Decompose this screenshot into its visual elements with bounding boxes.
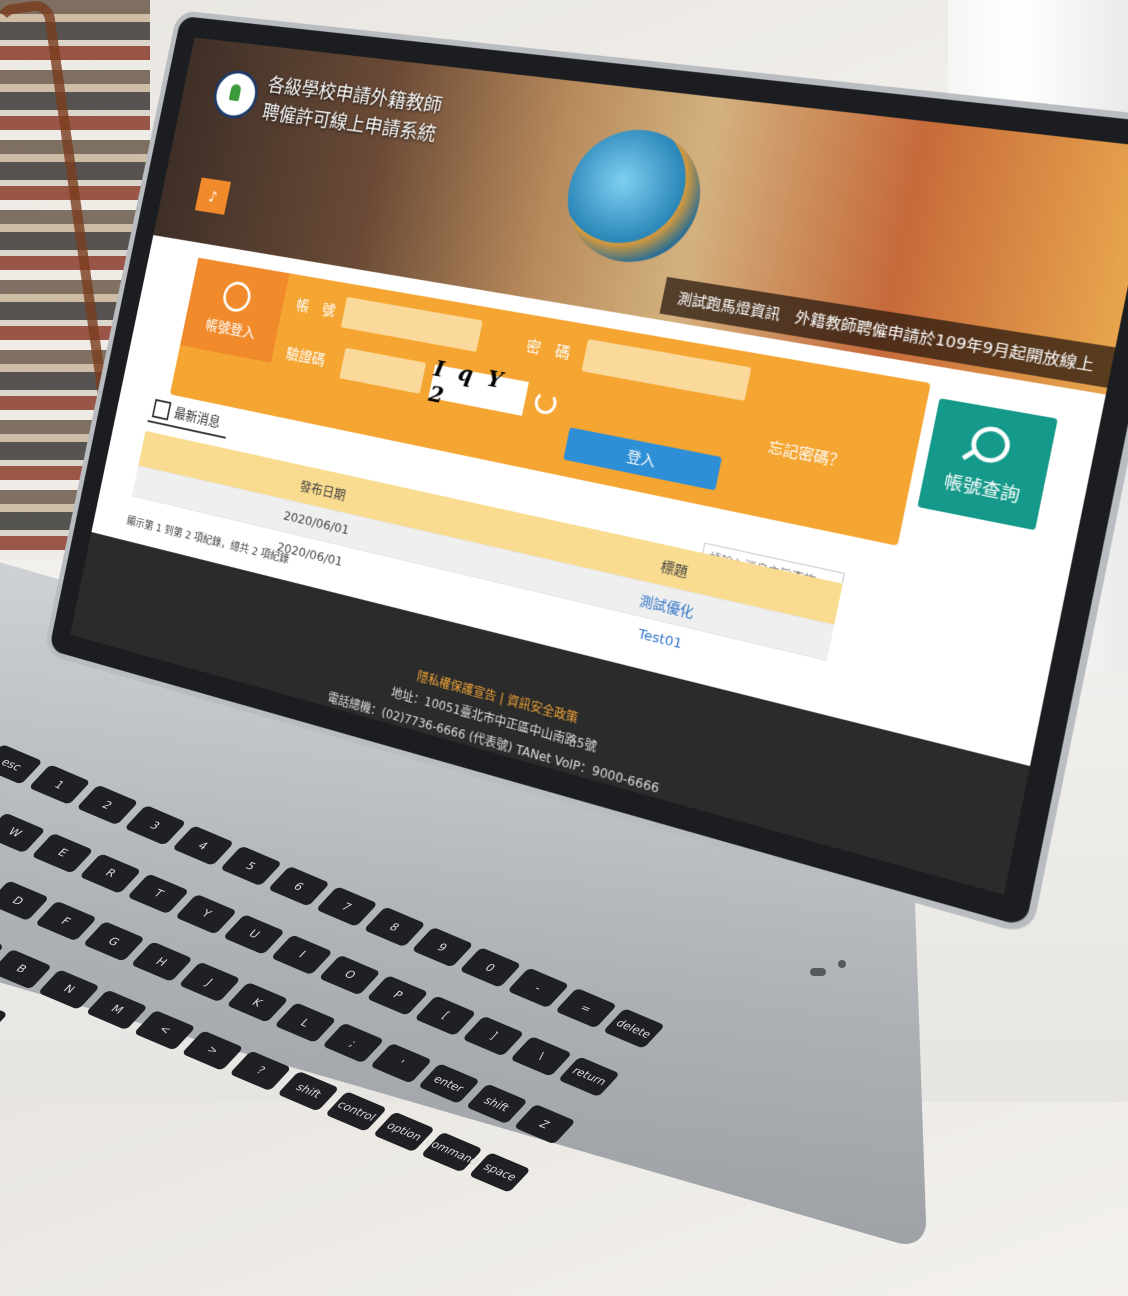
password-input[interactable] bbox=[581, 339, 752, 401]
keyboard-key: 7 bbox=[315, 886, 378, 927]
keyboard-key: M bbox=[85, 989, 149, 1030]
keyboard-key: control bbox=[325, 1091, 388, 1132]
keyboard-key: 9 bbox=[411, 926, 474, 968]
keyboard-key: Y bbox=[175, 893, 238, 935]
keyboard-key: ' bbox=[369, 1043, 433, 1084]
keyboard-key: P bbox=[366, 974, 429, 1016]
keyboard-key: 5 bbox=[219, 845, 283, 887]
keyboard-key: space bbox=[468, 1151, 531, 1193]
site-title: 各級學校申請外籍教師 聘僱許可線上申請系統 bbox=[260, 71, 445, 149]
ministry-logo bbox=[209, 68, 263, 121]
keyboard-key: enter bbox=[417, 1063, 480, 1104]
captcha-input[interactable] bbox=[339, 347, 427, 394]
keyboard-key: R bbox=[79, 852, 142, 894]
keyboard-key: option bbox=[372, 1111, 436, 1152]
login-tile: 帳號登入 bbox=[180, 257, 290, 363]
login-tile-label: 帳號登入 bbox=[203, 315, 257, 342]
keyboard-key: H bbox=[130, 941, 193, 983]
keyboard-key: shift bbox=[465, 1083, 528, 1125]
keyboard-key: = bbox=[554, 987, 618, 1029]
keyboard-key: - bbox=[507, 967, 570, 1009]
keyboard-key: return bbox=[558, 1056, 621, 1097]
keyboard-key: F bbox=[34, 900, 98, 942]
keyboard-key: 4 bbox=[172, 825, 235, 866]
screen-bezel: 各級學校申請外籍教師 聘僱許可線上申請系統 ♪ 測試跑馬燈資訊 外籍教師聘僱申請… bbox=[43, 10, 1128, 937]
keyboard-key: E bbox=[31, 832, 94, 874]
keyboard-key: ? bbox=[229, 1050, 292, 1091]
keyboard-key: [ bbox=[414, 995, 477, 1036]
keyboard-key: delete bbox=[602, 1008, 666, 1049]
captcha-label: 驗證碼 bbox=[284, 344, 327, 370]
keyboard-key: O bbox=[318, 954, 382, 996]
news-icon bbox=[151, 398, 172, 421]
account-query-label: 帳號查詢 bbox=[942, 470, 1022, 506]
login-button[interactable]: 登入 bbox=[563, 427, 723, 491]
refresh-captcha-icon[interactable] bbox=[532, 389, 559, 416]
forgot-password-link[interactable]: 忘記密碼？ bbox=[766, 436, 847, 472]
keyboard-key: ] bbox=[462, 1015, 525, 1057]
keyboard-key: ; bbox=[321, 1022, 385, 1064]
keyboard-key: 8 bbox=[363, 906, 426, 948]
keyboard-key: \ bbox=[510, 1035, 573, 1077]
password-label: 密 碼 bbox=[524, 336, 572, 363]
user-icon bbox=[220, 279, 254, 314]
captcha-image: I q Y 2 bbox=[427, 356, 529, 416]
news-title-link[interactable]: Test01 bbox=[637, 626, 684, 652]
account-input[interactable] bbox=[340, 296, 483, 352]
keyboard-key: → bbox=[0, 996, 8, 1038]
keyboard-key: L bbox=[274, 1002, 337, 1043]
keyboard-key: G bbox=[82, 921, 145, 962]
keyboard-key: shift bbox=[277, 1070, 340, 1112]
web-page: 各級學校申請外籍教師 聘僱許可線上申請系統 ♪ 測試跑馬燈資訊 外籍教師聘僱申請… bbox=[69, 37, 1128, 895]
keyboard-key: 6 bbox=[267, 865, 331, 907]
keyboard-key: > bbox=[181, 1030, 244, 1071]
keyboard-key: < bbox=[133, 1009, 196, 1051]
keyboard-key: 0 bbox=[459, 947, 522, 988]
keyboard-key: J bbox=[178, 961, 241, 1003]
search-icon bbox=[968, 423, 1014, 466]
keyboard-key: N bbox=[37, 969, 101, 1010]
keyboard-key: U bbox=[223, 913, 286, 955]
bell-icon[interactable]: ♪ bbox=[194, 177, 231, 215]
keyboard-key: Z bbox=[513, 1104, 576, 1145]
globe-image bbox=[555, 122, 713, 272]
keyboard-key: B bbox=[0, 948, 53, 990]
keyboard-key: K bbox=[226, 982, 289, 1023]
account-query-tile[interactable]: 帳號查詢 bbox=[917, 398, 1058, 531]
keyboard-key: command bbox=[420, 1131, 484, 1173]
tab-latest-news-label: 最新消息 bbox=[172, 406, 222, 431]
news-title-link[interactable]: 測試優化 bbox=[638, 593, 695, 621]
keyboard-key: I bbox=[270, 934, 334, 975]
account-label: 帳 號 bbox=[294, 296, 337, 320]
keyboard-key: T bbox=[127, 873, 190, 914]
